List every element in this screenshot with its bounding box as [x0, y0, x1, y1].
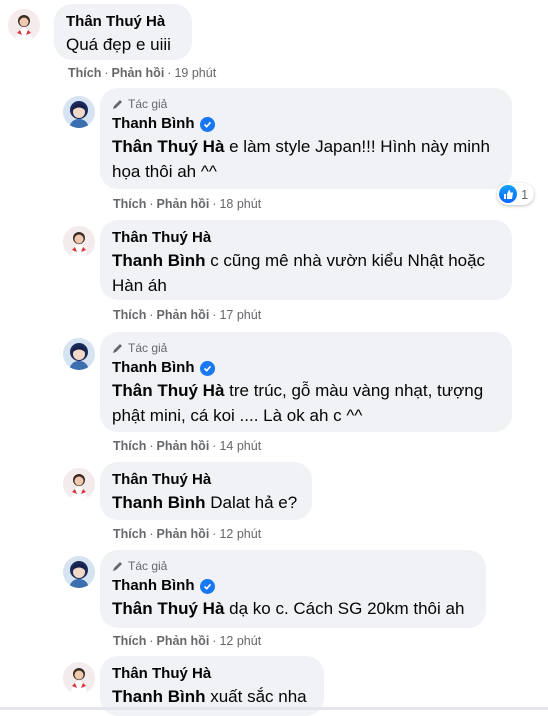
comment-author[interactable]: Thanh Bình — [112, 114, 195, 134]
avatar[interactable] — [63, 338, 95, 370]
comment-time[interactable]: 18 phút — [219, 197, 261, 211]
comment-actions: Thích · Phản hồi · 14 phút — [113, 439, 262, 453]
comment-text: Thanh Bình xuất sắc nha — [112, 687, 307, 706]
like-button[interactable]: Thích — [113, 527, 146, 541]
avatar[interactable] — [63, 556, 95, 588]
comment-text: Thân Thuý Hà tre trúc, gỗ màu vàng nhạt,… — [112, 381, 484, 425]
mention-link[interactable]: Thanh Bình — [112, 687, 205, 706]
comment-author[interactable]: Thân Thuý Hà — [112, 228, 211, 248]
reply-button[interactable]: Phản hồi — [157, 439, 210, 453]
author-badge: Tác giả — [128, 341, 168, 355]
comment-text: Thanh Bình c cũng mê nhà vườn kiểu Nhật … — [112, 251, 486, 295]
avatar[interactable] — [63, 96, 95, 128]
mention-link[interactable]: Thân Thuý Hà — [112, 381, 224, 400]
comment-text: Thanh Bình Dalat hả e? — [112, 493, 298, 512]
like-icon — [499, 185, 517, 203]
comment-author[interactable]: Thanh Bình — [112, 576, 195, 596]
mention-link[interactable]: Thân Thuý Hà — [112, 137, 224, 156]
pen-icon — [113, 344, 122, 353]
verified-check-icon — [199, 578, 215, 594]
reply-button[interactable]: Phản hồi — [157, 308, 210, 322]
comment-author[interactable]: Thân Thuý Hà — [66, 12, 165, 32]
comment-bubble: Tác giả Thanh Bình Thân Thuý Hà e làm st… — [100, 88, 512, 189]
pen-icon — [113, 562, 122, 571]
avatar[interactable] — [63, 662, 95, 694]
comment-bubble: Thân Thuý Hà Quá đẹp e uiii — [54, 4, 192, 60]
comment-time[interactable]: 19 phút — [174, 66, 216, 80]
like-button[interactable]: Thích — [113, 308, 146, 322]
comment-time[interactable]: 12 phút — [219, 527, 261, 541]
author-badge: Tác giả — [128, 559, 168, 573]
comment-text: Thân Thuý Hà dạ ko c. Cách SG 20km thôi … — [112, 599, 465, 618]
like-button[interactable]: Thích — [113, 634, 146, 648]
comment-bubble: Thân Thuý Hà Thanh Bình Dalat hả e? — [100, 462, 312, 520]
reply-button[interactable]: Phản hồi — [157, 197, 210, 211]
reply-button[interactable]: Phản hồi — [112, 66, 165, 80]
comment-text: Quá đẹp e uiii — [66, 35, 171, 54]
verified-check-icon — [199, 116, 215, 132]
mention-link[interactable]: Thanh Bình — [112, 493, 205, 512]
author-badge: Tác giả — [128, 97, 168, 111]
avatar[interactable] — [63, 468, 95, 500]
mention-link[interactable]: Thân Thuý Hà — [112, 599, 224, 618]
comment-actions: Thích · Phản hồi · 19 phút — [68, 66, 217, 80]
avatar[interactable] — [8, 9, 40, 41]
comment-text: Thân Thuý Hà e làm style Japan!!! Hình n… — [112, 137, 490, 181]
comment-bubble: Tác giả Thanh Bình Thân Thuý Hà dạ ko c.… — [100, 550, 486, 628]
reaction-count[interactable]: 1 — [497, 183, 535, 205]
reply-button[interactable]: Phản hồi — [157, 527, 210, 541]
comment-author[interactable]: Thanh Bình — [112, 358, 195, 378]
comment-author[interactable]: Thân Thuý Hà — [112, 664, 211, 684]
like-button[interactable]: Thích — [68, 66, 101, 80]
comment-actions: Thích · Phản hồi · 18 phút — [113, 197, 262, 211]
comment-author[interactable]: Thân Thuý Hà — [112, 470, 211, 490]
comment-bubble: Tác giả Thanh Bình Thân Thuý Hà tre trúc… — [100, 332, 512, 432]
comment-actions: Thích · Phản hồi · 17 phút — [113, 308, 262, 322]
comment-actions: Thích · Phản hồi · 12 phút — [113, 634, 262, 648]
reply-button[interactable]: Phản hồi — [157, 634, 210, 648]
like-button[interactable]: Thích — [113, 197, 146, 211]
like-button[interactable]: Thích — [113, 439, 146, 453]
comment-actions: Thích · Phản hồi · 12 phút — [113, 527, 262, 541]
pen-icon — [113, 100, 122, 109]
comment-time[interactable]: 14 phút — [219, 439, 261, 453]
comment-time[interactable]: 17 phút — [219, 308, 261, 322]
comment-bubble: Thân Thuý Hà Thanh Bình c cũng mê nhà vư… — [100, 220, 512, 300]
avatar[interactable] — [63, 226, 95, 258]
comment-time[interactable]: 12 phút — [219, 634, 261, 648]
mention-link[interactable]: Thanh Bình — [112, 251, 205, 270]
verified-check-icon — [199, 360, 215, 376]
